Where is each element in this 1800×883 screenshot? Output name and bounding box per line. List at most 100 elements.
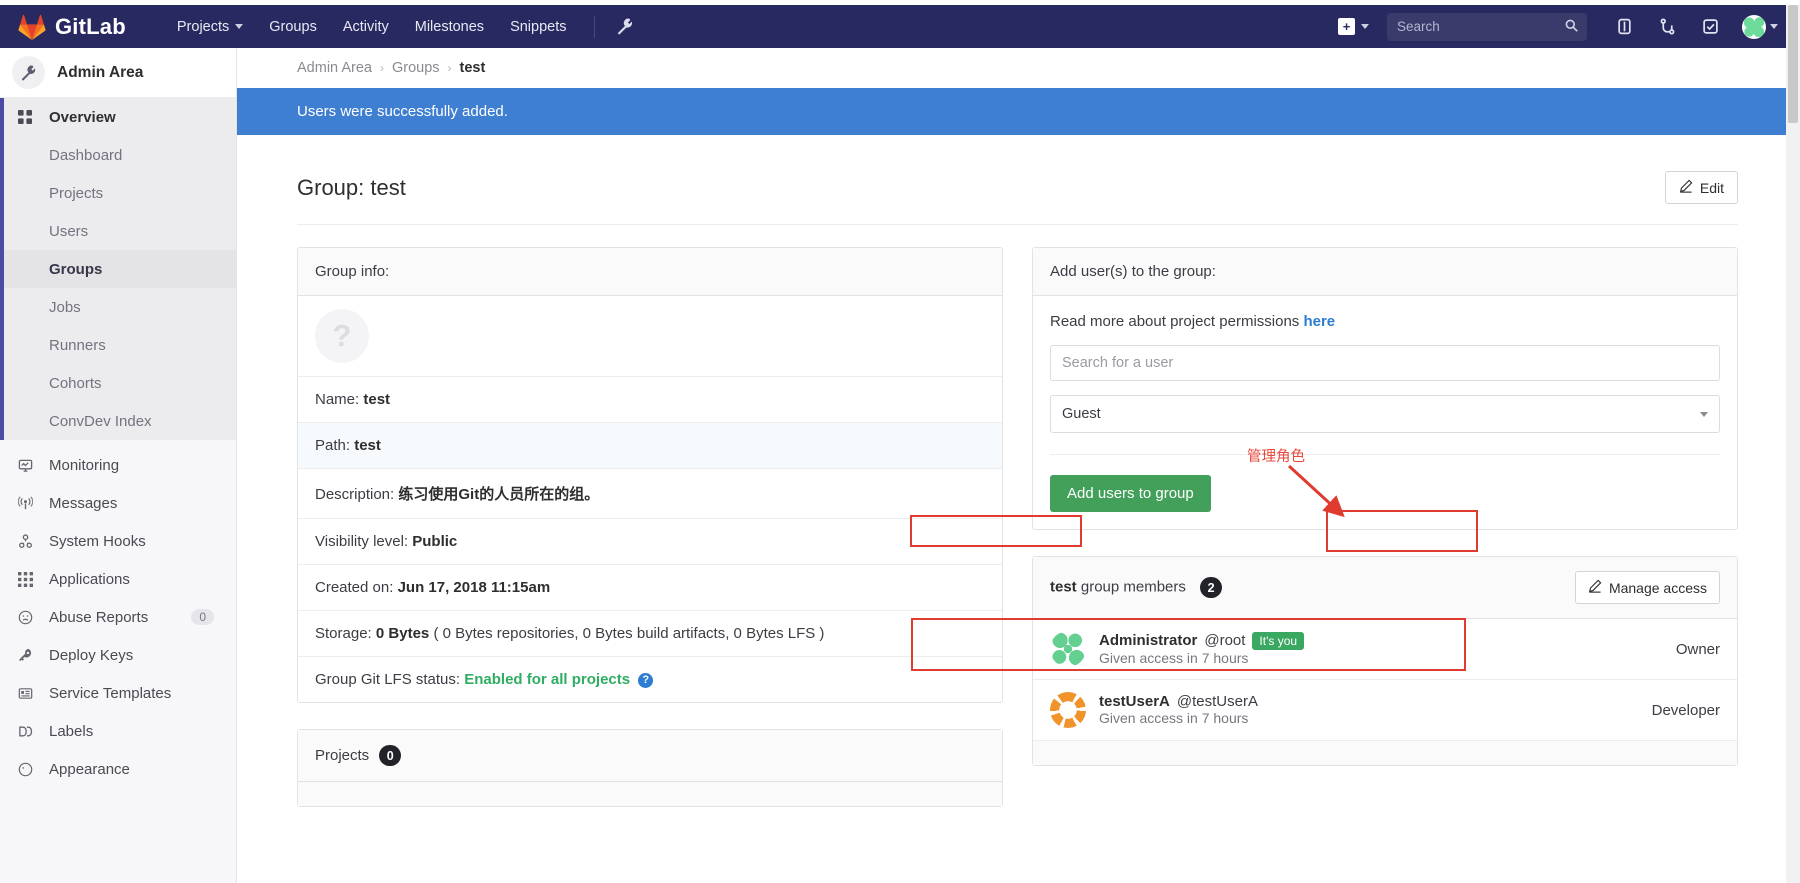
- group-info-panel: Group info: ? Name: test Path: test Desc…: [297, 247, 1003, 703]
- top-nav-right: + Search: [1330, 12, 1800, 41]
- sidebar-item-monitoring[interactable]: Monitoring: [0, 446, 236, 484]
- sidebar-item-runners[interactable]: Runners: [0, 326, 236, 364]
- success-alert: Users were successfully added.: [237, 88, 1800, 135]
- issues-icon[interactable]: [1605, 13, 1644, 40]
- grid-icon: [18, 110, 40, 124]
- merge-requests-icon[interactable]: [1648, 13, 1687, 40]
- right-column: Add user(s) to the group: Read more abou…: [1032, 247, 1738, 833]
- group-info-storage-detail: ( 0 Bytes repositories, 0 Bytes build ar…: [433, 625, 825, 642]
- sidebar-item-groups[interactable]: Groups: [0, 250, 236, 288]
- group-info-value-description: 练习使用Git的人员所在的组。: [398, 486, 600, 503]
- chevron-down-icon: [235, 24, 244, 29]
- abuse-reports-count-badge: 0: [191, 609, 214, 625]
- edit-button[interactable]: Edit: [1664, 171, 1738, 204]
- appearance-icon: [18, 762, 40, 777]
- nav-link-groups[interactable]: Groups: [256, 12, 330, 42]
- group-info-value-lfs: Enabled for all projects: [464, 671, 631, 688]
- nav-divider: [593, 15, 595, 38]
- add-users-panel: Add user(s) to the group: Read more abou…: [1032, 247, 1738, 530]
- permissions-line: Read more about project permissions here: [1050, 313, 1720, 330]
- member-role: Owner: [1675, 640, 1720, 658]
- permissions-link[interactable]: here: [1303, 313, 1335, 330]
- group-members-header: test group members 2 Manage access: [1033, 557, 1737, 619]
- group-info-row-name: Name: test: [298, 377, 1002, 423]
- search-input[interactable]: Search: [1387, 12, 1587, 41]
- brand-name: GitLab: [55, 13, 126, 39]
- sidebar-header[interactable]: Admin Area: [0, 48, 236, 98]
- sidebar-item-appearance[interactable]: Appearance: [0, 750, 236, 788]
- table-row[interactable]: Administrator @root It's you Given acces…: [1033, 619, 1737, 680]
- admin-wrench-icon[interactable]: [609, 14, 642, 39]
- sidebar-item-messages[interactable]: Messages: [0, 484, 236, 522]
- sidebar-item-deploy-keys-label: Deploy Keys: [49, 646, 134, 664]
- group-info-row-visibility: Visibility level: Public: [298, 519, 1002, 565]
- group-avatar-cell: ?: [298, 296, 1002, 377]
- table-row[interactable]: testUserA @testUserA Given access in 7 h…: [1033, 680, 1737, 741]
- page-header: Group: test Edit: [297, 135, 1738, 225]
- sidebar-item-jobs[interactable]: Jobs: [0, 288, 236, 326]
- manage-access-button[interactable]: Manage access: [1574, 571, 1720, 604]
- sidebar-item-overview-label: Overview: [49, 108, 116, 126]
- avatar[interactable]: [1742, 14, 1766, 39]
- group-members-footer: [1033, 741, 1737, 765]
- sidebar-item-abuse-reports[interactable]: Abuse Reports 0: [0, 598, 236, 636]
- sidebar-item-dashboard[interactable]: Dashboard: [0, 136, 236, 174]
- member-role: Developer: [1651, 701, 1720, 719]
- sidebar-header-label: Admin Area: [57, 63, 144, 81]
- broadcast-icon: [18, 495, 40, 511]
- scrollbar-thumb[interactable]: [1788, 5, 1798, 123]
- sidebar-item-cohorts[interactable]: Cohorts: [0, 364, 236, 402]
- sidebar-item-service-templates[interactable]: Service Templates: [0, 674, 236, 712]
- member-access-time: Given access in 7 hours: [1099, 710, 1249, 726]
- nav-link-milestones[interactable]: Milestones: [402, 12, 497, 42]
- avatar: [1050, 631, 1086, 667]
- sidebar-item-abuse-reports-label: Abuse Reports: [49, 608, 149, 626]
- sidebar-item-applications[interactable]: Applications: [0, 560, 236, 598]
- sidebar-item-system-hooks-label: System Hooks: [49, 532, 146, 550]
- sidebar-item-messages-label: Messages: [49, 494, 118, 512]
- chevron-down-icon[interactable]: [1770, 24, 1778, 29]
- add-users-body: Read more about project permissions here…: [1033, 296, 1737, 529]
- projects-panel-header: Projects 0: [298, 730, 1002, 782]
- group-info-label-description: Description:: [315, 486, 395, 503]
- todos-icon[interactable]: [1691, 13, 1730, 40]
- nav-link-projects[interactable]: Projects: [164, 12, 256, 42]
- page-title: Group: test: [297, 174, 406, 200]
- sidebar-item-projects[interactable]: Projects: [0, 174, 236, 212]
- sidebar-main-items: Monitoring Messages System Hooks Applica…: [0, 440, 236, 788]
- annotation-manage-role-text: 管理角色: [1247, 449, 1305, 465]
- gitlab-brand[interactable]: GitLab: [18, 14, 126, 40]
- group-info-value-name: test: [363, 391, 391, 408]
- sidebar-item-system-hooks[interactable]: System Hooks: [0, 522, 236, 560]
- member-access-time: Given access in 7 hours: [1099, 649, 1249, 666]
- projects-panel-title: Projects: [315, 747, 370, 764]
- sidebar-item-labels[interactable]: Labels: [0, 712, 236, 750]
- user-search-placeholder: Search for a user: [1062, 355, 1174, 371]
- sidebar-item-deploy-keys[interactable]: Deploy Keys: [0, 636, 236, 674]
- member-name: Administrator: [1099, 632, 1198, 649]
- sidebar-item-convdev-index[interactable]: ConvDev Index: [0, 402, 236, 440]
- access-level-select[interactable]: Guest: [1050, 395, 1720, 433]
- sad-face-icon: [18, 610, 40, 625]
- breadcrumb-groups[interactable]: Groups: [392, 60, 440, 76]
- divider: [1050, 454, 1720, 455]
- admin-sidebar: Admin Area Overview Dashboard Projects U…: [0, 48, 237, 883]
- sidebar-item-labels-label: Labels: [49, 722, 94, 740]
- sidebar-item-overview[interactable]: Overview: [0, 98, 236, 136]
- user-search-input[interactable]: Search for a user: [1050, 345, 1720, 381]
- add-users-header: Add user(s) to the group:: [1033, 248, 1737, 296]
- nav-link-activity[interactable]: Activity: [330, 12, 402, 42]
- sidebar-item-users[interactable]: Users: [0, 212, 236, 250]
- hook-icon: [18, 533, 40, 549]
- help-icon[interactable]: ?: [638, 672, 654, 688]
- nav-link-snippets[interactable]: Snippets: [497, 12, 579, 42]
- sidebar-item-service-templates-label: Service Templates: [49, 684, 172, 702]
- page-scrollbar[interactable]: [1786, 5, 1800, 883]
- breadcrumb-admin-area[interactable]: Admin Area: [297, 60, 372, 76]
- add-users-to-group-button[interactable]: Add users to group: [1050, 475, 1211, 512]
- avatar: [1050, 692, 1086, 728]
- member-name-line: testUserA @testUserA: [1099, 693, 1258, 710]
- main-content: Admin Area › Groups › test Users were su…: [237, 48, 1800, 883]
- projects-count-badge: 0: [379, 745, 402, 766]
- new-dropdown-button[interactable]: +: [1330, 12, 1377, 41]
